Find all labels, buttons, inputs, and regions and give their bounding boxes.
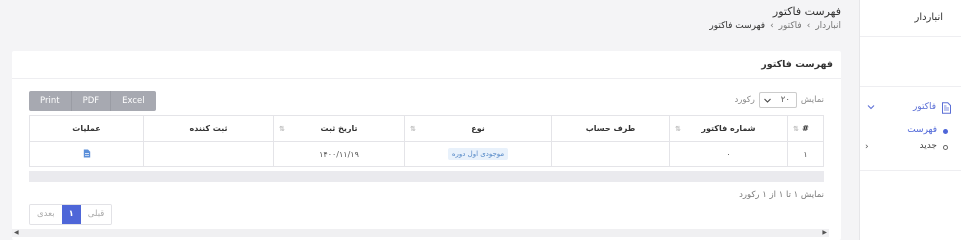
- sort-icon: ⇅: [410, 125, 416, 133]
- column-header-type[interactable]: نوع ⇅: [404, 115, 552, 142]
- breadcrumb-separator-icon: ›: [806, 21, 811, 31]
- sidebar: انباردار فاکتور فهرست جدید ›: [859, 0, 961, 240]
- table-row: ۱ ۰ موجودی اول دوره ۱۴۰۰/۱۱/۱۹: [29, 141, 824, 167]
- sidebar-subitem-label: جدید: [919, 141, 937, 151]
- excel-button[interactable]: Excel: [111, 91, 156, 111]
- breadcrumb-separator-icon: ›: [770, 21, 774, 31]
- active-dot-icon: [943, 129, 948, 134]
- sort-icon: ⇅: [675, 125, 681, 133]
- cell-actions: [29, 141, 144, 167]
- divider: [860, 86, 961, 87]
- page-length-control: نمایش ۲۰ رکورد: [734, 92, 824, 108]
- sidebar-item-label: فاکتور: [912, 102, 936, 112]
- sort-icon: ⇅: [793, 125, 799, 133]
- sidebar-app-title: انباردار: [914, 12, 943, 23]
- inactive-dot-icon: [943, 145, 948, 150]
- breadcrumb-item-current: فهرست فاکتور: [709, 21, 766, 31]
- show-label: نمایش: [800, 95, 824, 105]
- table-info: نمایش ۱ تا ۱ از ۱ رکورد: [739, 190, 824, 200]
- invoice-table: # ⇅ شماره فاکتور ⇅ طرف حساب نوع ⇅ تاریخ ثبت…: [29, 115, 824, 167]
- export-button-group: Print PDF Excel: [29, 91, 156, 111]
- pagination: بعدی ۱ قبلی: [29, 204, 113, 225]
- print-button[interactable]: Print: [29, 91, 72, 111]
- table-footer-band: [29, 171, 824, 182]
- pagination-prev[interactable]: قبلی: [80, 205, 112, 224]
- breadcrumb-item-invoice[interactable]: فاکتور: [779, 21, 802, 31]
- cell-account: [551, 141, 670, 167]
- cell-index: ۱: [787, 141, 824, 167]
- chevron-right-icon: ›: [865, 142, 869, 152]
- divider: [860, 36, 961, 37]
- breadcrumb-item-home[interactable]: انباردار: [815, 21, 841, 31]
- horizontal-scrollbar[interactable]: ◀ ▶: [12, 229, 829, 237]
- page-length-value: ۲۰: [780, 95, 790, 105]
- sidebar-item-invoice[interactable]: فاکتور: [860, 101, 961, 115]
- column-header-index[interactable]: # ⇅: [787, 115, 824, 142]
- cell-date: ۱۴۰۰/۱۱/۱۹: [273, 141, 405, 167]
- pagination-page[interactable]: ۱: [61, 205, 81, 224]
- sidebar-subitem-list[interactable]: فهرست: [860, 125, 961, 137]
- page-title: فهرست فاکتور: [772, 5, 841, 18]
- chevron-down-icon: [764, 98, 771, 103]
- scroll-left-icon[interactable]: ◀: [14, 229, 19, 236]
- document-icon: [942, 102, 951, 114]
- page-length-select[interactable]: ۲۰: [758, 92, 797, 108]
- cell-creator: [143, 141, 274, 167]
- document-icon[interactable]: [83, 149, 91, 158]
- column-header-account[interactable]: طرف حساب: [551, 115, 670, 142]
- column-header-number[interactable]: شماره فاکتور ⇅: [669, 115, 788, 142]
- invoice-list-card: فهرست فاکتور Print PDF Excel نمایش ۲۰ رک…: [12, 51, 841, 240]
- divider: [860, 170, 961, 171]
- column-header-creator[interactable]: ثبت کننده: [143, 115, 274, 142]
- sidebar-subitem-label: فهرست: [907, 125, 937, 135]
- chevron-down-icon: [867, 105, 875, 110]
- pdf-button[interactable]: PDF: [71, 91, 112, 111]
- pagination-next[interactable]: بعدی: [30, 205, 62, 224]
- column-header-actions: عملیات: [29, 115, 144, 142]
- cell-number: ۰: [669, 141, 788, 167]
- scroll-right-icon[interactable]: ▶: [822, 229, 827, 236]
- sidebar-subitem-new[interactable]: جدید ›: [860, 141, 961, 153]
- card-title: فهرست فاکتور: [761, 59, 833, 70]
- breadcrumb: انباردار › فاکتور › فهرست فاکتور: [709, 21, 841, 31]
- records-label: رکورد: [734, 95, 755, 105]
- type-badge: موجودی اول دوره: [447, 148, 509, 160]
- column-header-date[interactable]: تاریخ ثبت ⇅: [273, 115, 405, 142]
- divider: [12, 78, 841, 79]
- sort-icon: ⇅: [279, 125, 285, 133]
- cell-type: موجودی اول دوره: [404, 141, 552, 167]
